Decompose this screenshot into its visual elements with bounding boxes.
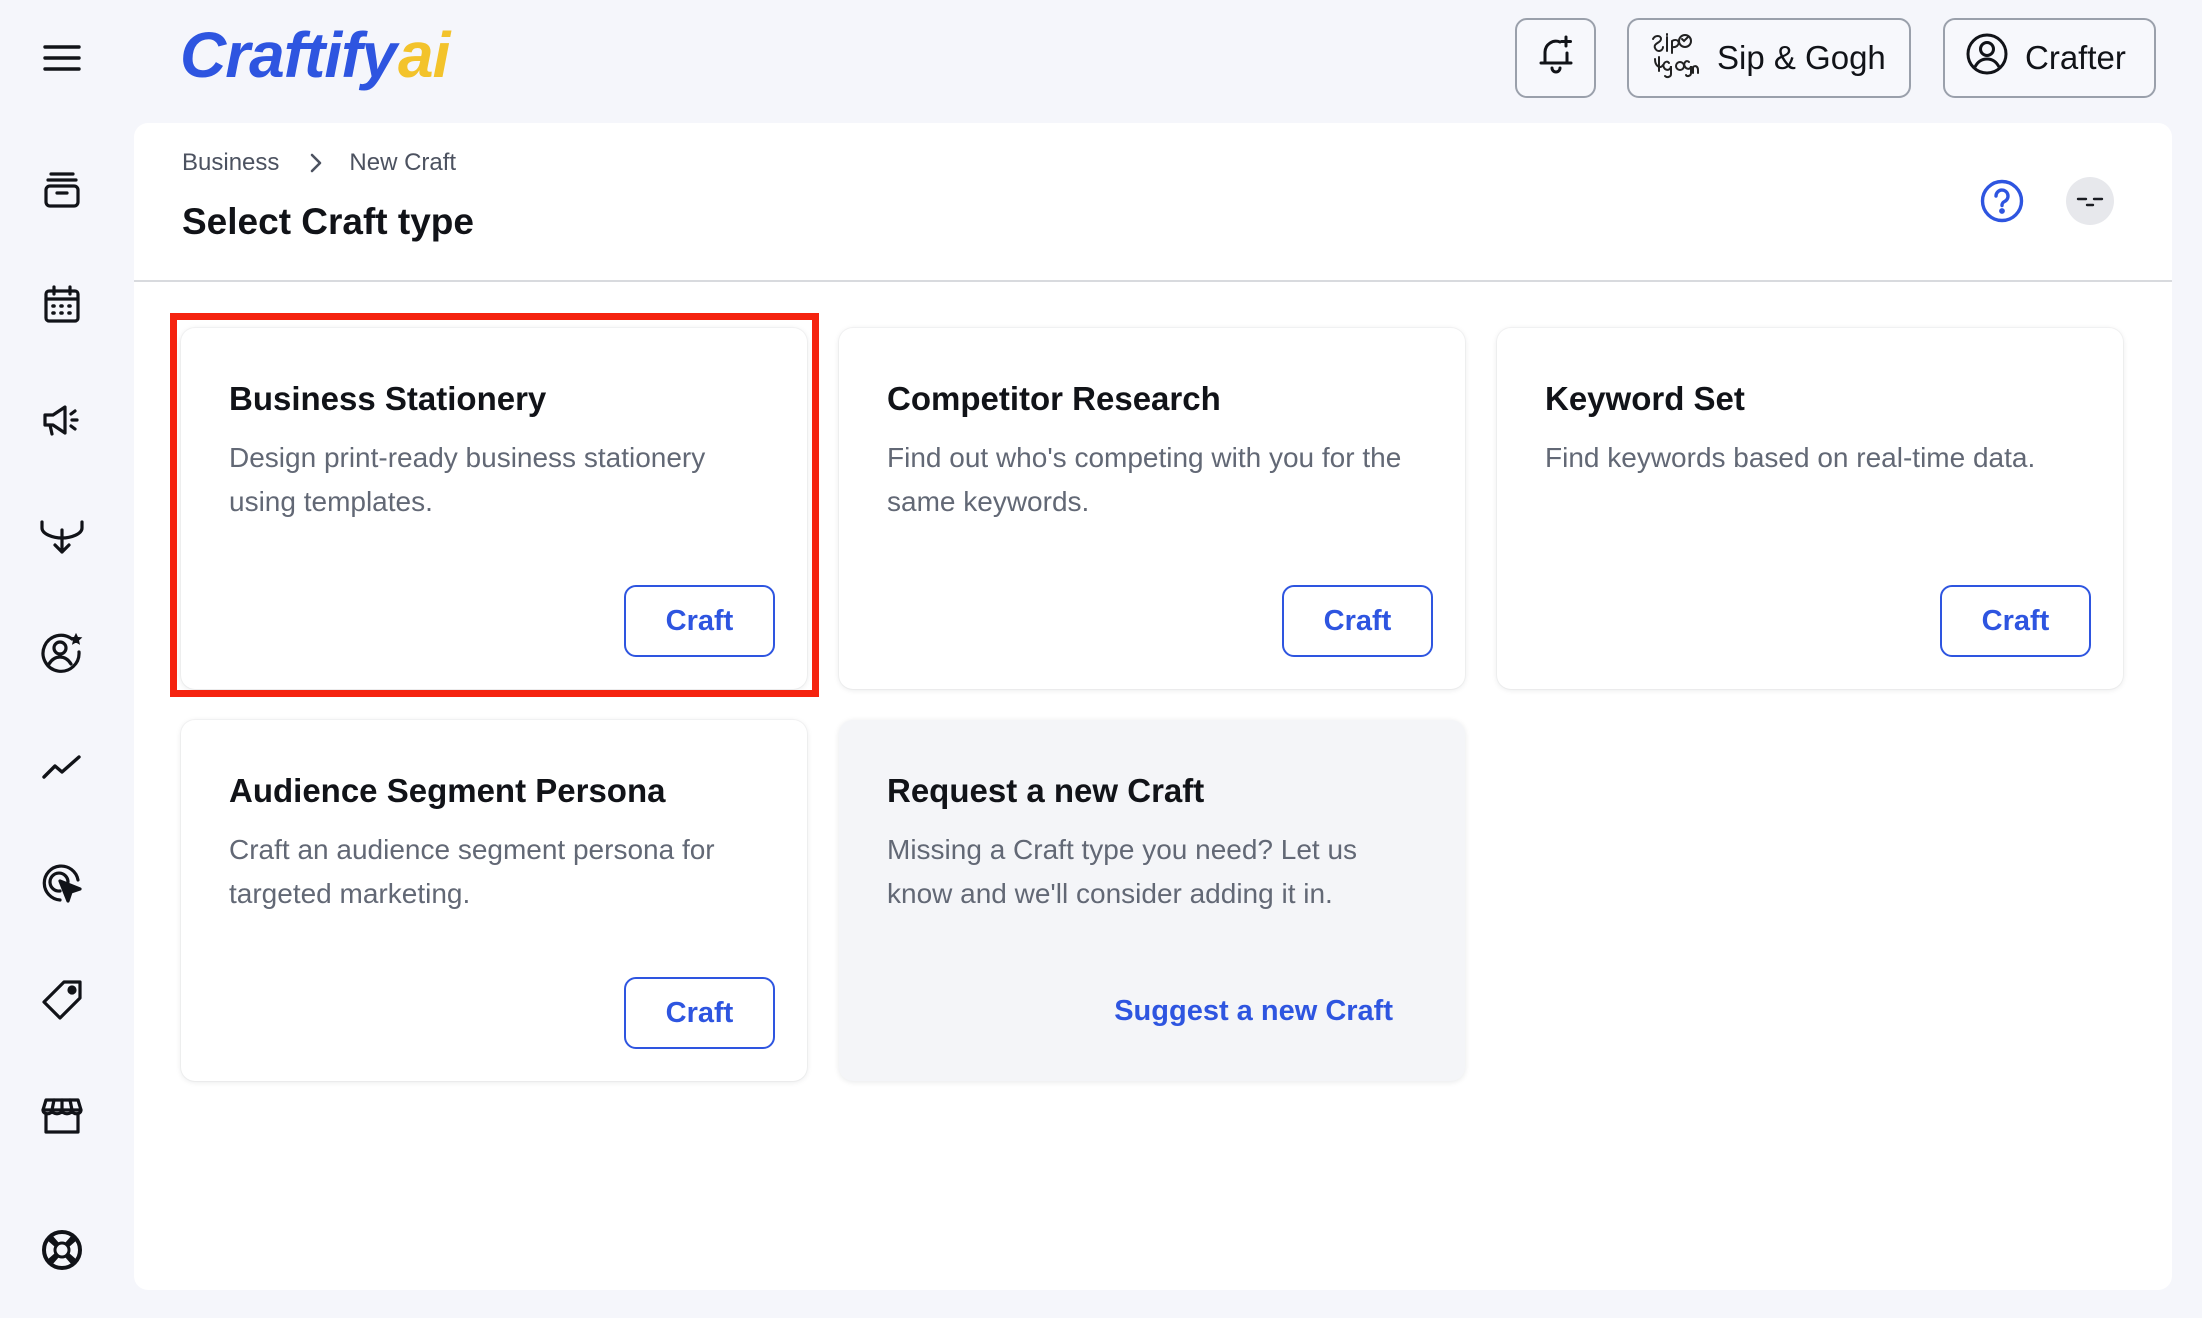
card-description: Find keywords based on real-time data. xyxy=(1545,442,2036,473)
calendar-icon xyxy=(42,284,82,330)
archive-icon xyxy=(42,170,82,215)
sidebar-item-audience[interactable] xyxy=(36,628,88,680)
header-divider xyxy=(134,280,2172,282)
card-keyword-set: Keyword Set Find keywords based on real-… xyxy=(1497,328,2123,689)
main-panel: Business New Craft Select Craft type xyxy=(134,123,2172,1290)
card-title: Keyword Set xyxy=(1545,380,1745,417)
breadcrumb: Business New Craft xyxy=(182,149,456,177)
logo-main-text: Craftify xyxy=(180,19,397,91)
org-name: Sip & Gogh xyxy=(1717,39,1886,76)
help-circle-icon[interactable] xyxy=(1979,178,2025,224)
megaphone-icon xyxy=(41,400,83,445)
card-request-new-craft: Request a new Craft Missing a Craft type… xyxy=(839,720,1465,1081)
breadcrumb-business-link[interactable]: Business xyxy=(182,149,279,177)
tag-icon xyxy=(40,978,84,1027)
card-title: Competitor Research xyxy=(887,380,1221,417)
suggest-new-craft-link[interactable]: Suggest a new Craft xyxy=(1114,995,1393,1028)
card-competitor-research: Competitor Research Find out who's compe… xyxy=(839,328,1465,689)
store-icon xyxy=(40,1096,84,1141)
bell-plus-icon xyxy=(1536,33,1576,83)
app-logo[interactable]: Craftify ai xyxy=(180,18,450,98)
user-name: Crafter xyxy=(2025,39,2126,76)
target-cursor-icon xyxy=(40,862,84,911)
breadcrumb-current: New Craft xyxy=(349,149,457,176)
sleepy-face-avatar[interactable] xyxy=(2066,177,2114,225)
user-menu-button[interactable]: Crafter xyxy=(1943,18,2156,98)
craft-button-keyword-set[interactable]: Craft xyxy=(1940,585,2091,657)
sidebar-item-funnel[interactable] xyxy=(36,512,88,564)
notifications-button[interactable] xyxy=(1515,18,1596,98)
lifebuoy-icon xyxy=(40,1228,84,1277)
sidebar-item-campaigns[interactable] xyxy=(36,396,88,448)
highlight-box xyxy=(170,313,819,697)
card-title: Audience Segment Persona xyxy=(229,772,666,809)
sidebar-item-targeting[interactable] xyxy=(36,860,88,912)
sidebar-item-analytics[interactable] xyxy=(36,744,88,796)
logo-ai-text: ai xyxy=(398,19,450,91)
craft-button-competitor-research[interactable]: Craft xyxy=(1282,585,1433,657)
card-audience-segment-persona: Audience Segment Persona Craft an audien… xyxy=(181,720,807,1081)
card-description: Find out who's competing with you for th… xyxy=(887,442,1402,517)
craft-button-audience-segment-persona[interactable]: Craft xyxy=(624,977,775,1049)
user-star-icon xyxy=(40,630,84,679)
sip-and-gogh-logo-icon xyxy=(1647,29,1701,87)
sidebar xyxy=(0,118,130,1318)
card-description: Craft an audience segment persona for ta… xyxy=(229,834,715,909)
chevron-right-icon xyxy=(309,152,323,174)
hamburger-menu-icon[interactable] xyxy=(38,38,86,78)
sidebar-item-store[interactable] xyxy=(36,1092,88,1144)
user-circle-icon xyxy=(1965,32,2009,84)
page-title: Select Craft type xyxy=(182,201,474,242)
card-title: Request a new Craft xyxy=(887,772,1205,809)
funnel-icon xyxy=(39,516,85,561)
organization-switcher-button[interactable]: Sip & Gogh xyxy=(1627,18,1911,98)
trend-line-icon xyxy=(41,753,83,788)
sidebar-item-calendar[interactable] xyxy=(36,281,88,333)
sidebar-item-offers[interactable] xyxy=(36,976,88,1028)
sidebar-item-archive[interactable] xyxy=(36,166,88,218)
sidebar-item-support[interactable] xyxy=(36,1226,88,1278)
top-bar: Craftify ai Sip & Gogh Crafter xyxy=(0,0,2202,118)
card-description: Missing a Craft type you need? Let us kn… xyxy=(887,834,1358,909)
